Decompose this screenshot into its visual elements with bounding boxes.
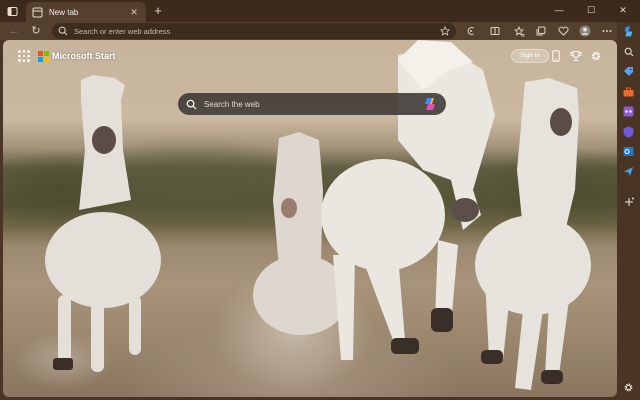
toolbox-icon xyxy=(623,87,634,96)
heart-pulse-icon xyxy=(557,26,569,36)
ms-start-header: Microsoft Start xyxy=(18,48,116,64)
address-input[interactable] xyxy=(74,26,436,36)
search-icon xyxy=(186,99,197,110)
sidebar-games-button[interactable] xyxy=(621,104,636,119)
sidebar-shopping-button[interactable] xyxy=(621,64,636,79)
microsoft-logo-icon xyxy=(38,50,49,62)
toolbar: ← ↻ xyxy=(0,22,640,40)
search-icon xyxy=(624,47,633,56)
new-tab-page: Microsoft Start Sign in xyxy=(3,40,617,397)
page-settings-button[interactable] xyxy=(589,49,603,63)
collections-icon xyxy=(536,26,546,36)
star-icon[interactable] xyxy=(440,26,450,36)
shield-icon xyxy=(623,126,634,137)
minimize-button[interactable]: — xyxy=(546,1,572,19)
logo-green xyxy=(44,50,49,56)
tab-close-button[interactable]: ✕ xyxy=(128,7,140,18)
gear-icon xyxy=(591,51,601,61)
favorites-star-icon xyxy=(513,25,524,36)
apps-launcher-button[interactable] xyxy=(18,50,30,62)
tracking-prevention-icon xyxy=(467,27,474,35)
address-bar[interactable] xyxy=(52,23,456,39)
profile-button[interactable] xyxy=(578,24,592,38)
title-bar: New tab ✕ + — ☐ ✕ xyxy=(0,0,640,22)
logo-red xyxy=(38,50,43,56)
mobile-app-button[interactable] xyxy=(549,49,563,63)
more-dots-icon xyxy=(602,30,612,32)
edge-sidebar xyxy=(617,22,640,400)
tab-actions-icon xyxy=(7,6,17,16)
logo-blue xyxy=(38,56,43,62)
browser-essentials-button[interactable] xyxy=(556,24,570,38)
collections-button[interactable] xyxy=(534,24,548,38)
sidebar-add-button[interactable] xyxy=(621,194,636,209)
web-search-input[interactable] xyxy=(204,99,422,109)
tracking-prevention-button[interactable] xyxy=(464,24,478,38)
sidebar-outlook-button[interactable] xyxy=(621,144,636,159)
back-button[interactable]: ← xyxy=(6,23,22,39)
brand-title[interactable]: Microsoft Start xyxy=(52,51,116,61)
favorites-button[interactable] xyxy=(512,24,526,38)
tab-title: New tab xyxy=(49,7,79,17)
new-tab-favicon-icon xyxy=(32,7,43,18)
tab-actions-button[interactable] xyxy=(4,3,20,19)
sidebar-settings-button[interactable] xyxy=(621,380,636,395)
sidebar-drop-button[interactable] xyxy=(621,164,636,179)
reading-view-icon xyxy=(490,27,500,35)
reading-view-button[interactable] xyxy=(488,24,502,38)
avatar-icon xyxy=(579,25,591,37)
shopping-tag-icon xyxy=(624,67,633,76)
sign-in-button[interactable]: Sign in xyxy=(511,49,549,63)
maximize-button[interactable]: ☐ xyxy=(578,1,604,19)
sidebar-search-button[interactable] xyxy=(621,44,636,59)
trophy-icon xyxy=(570,51,582,61)
outlook-icon xyxy=(623,147,634,156)
web-search-box[interactable] xyxy=(178,93,446,115)
tab-new-tab[interactable]: New tab ✕ xyxy=(26,2,146,22)
plus-icon xyxy=(624,197,634,206)
copilot-sidebar-button[interactable] xyxy=(621,24,636,39)
sidebar-security-button[interactable] xyxy=(621,124,636,139)
sidebar-tools-button[interactable] xyxy=(621,84,636,99)
logo-yellow xyxy=(44,56,49,62)
copilot-icon xyxy=(624,26,633,37)
rewards-button[interactable] xyxy=(569,49,583,63)
gear-icon xyxy=(624,383,633,392)
close-window-button[interactable]: ✕ xyxy=(610,1,636,19)
phone-icon xyxy=(552,50,560,62)
settings-and-more-button[interactable] xyxy=(600,24,614,38)
games-icon xyxy=(623,106,634,117)
send-icon xyxy=(624,167,633,176)
search-icon xyxy=(58,26,68,36)
refresh-button[interactable]: ↻ xyxy=(28,23,44,39)
copilot-icon[interactable] xyxy=(422,96,438,112)
new-tab-button[interactable]: + xyxy=(150,3,166,19)
